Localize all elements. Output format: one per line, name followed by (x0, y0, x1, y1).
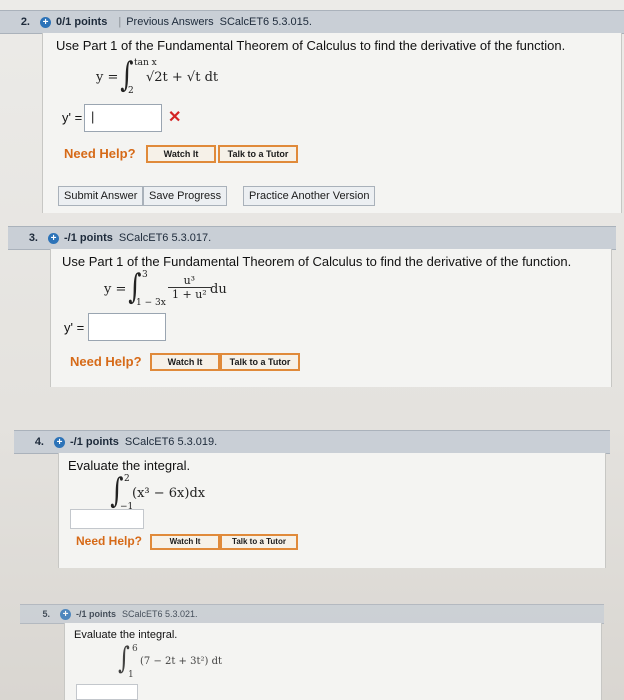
problem-code: SCalcET6 5.3.019. (124, 436, 218, 448)
save-progress-button[interactable]: Save Progress (143, 186, 228, 206)
previous-answers-link[interactable]: Previous Answers (126, 16, 213, 28)
answer-label: y' = (64, 320, 85, 335)
points-label: -/1 points (76, 609, 116, 619)
points-label: -/1 points (64, 232, 113, 244)
question-4-header: 4. + -/1 points SCalcET6 5.3.019. (14, 430, 610, 454)
integrand: √2t + √t dt (146, 70, 219, 85)
answer-input[interactable] (70, 509, 144, 529)
equation-lhs: y = (96, 70, 119, 85)
talk-to-tutor-button[interactable]: Talk to a Tutor (218, 145, 298, 163)
integrand: (x³ − 6x)dx (132, 486, 206, 501)
expand-icon[interactable]: + (48, 232, 59, 244)
integrand: (7 − 2t + 3t²) dt (140, 656, 223, 667)
answer-label: y' = (62, 110, 83, 125)
fraction: u³ 1 + u² (168, 274, 211, 301)
need-help-label: Need Help? (76, 534, 143, 548)
expand-icon[interactable]: + (40, 16, 51, 28)
integral-expression: ∫ 2 −1 (x³ − 6x)dx (108, 474, 308, 514)
problem-code: SCalcET6 5.3.015. (219, 16, 312, 28)
upper-limit: 3 (142, 270, 148, 280)
integral-expression: y = ∫ 3 1 − 3x u³ 1 + u² du (104, 270, 304, 310)
incorrect-icon: ✕ (168, 109, 182, 126)
expand-icon[interactable]: + (54, 436, 65, 448)
lower-limit: 2 (128, 86, 134, 96)
watch-it-button[interactable]: Watch It (150, 353, 220, 371)
answer-input[interactable] (88, 313, 166, 341)
question-prompt: Evaluate the integral. (74, 629, 178, 641)
question-number: 3. (28, 232, 38, 244)
talk-to-tutor-button[interactable]: Talk to a Tutor (220, 534, 298, 550)
assignment-page: 2. + 0/1 points | Previous Answers SCalc… (0, 0, 624, 700)
watch-it-button[interactable]: Watch It (146, 145, 216, 163)
question-number: 5. (42, 609, 50, 619)
watch-it-button[interactable]: Watch It (150, 534, 220, 550)
points-label: 0/1 points (56, 16, 108, 28)
upper-limit: 2 (124, 474, 130, 484)
differential: du (210, 282, 227, 297)
answer-input[interactable] (76, 684, 138, 700)
submit-answer-button[interactable]: Submit Answer (58, 186, 144, 206)
problem-code: SCalcET6 5.3.017. (118, 232, 212, 244)
question-3-header: 3. + -/1 points SCalcET6 5.3.017. (8, 226, 616, 250)
upper-limit: 6 (132, 644, 138, 654)
question-number: 2. (20, 16, 30, 28)
lower-limit: 1 (128, 670, 134, 680)
lower-limit: 1 − 3x (136, 298, 166, 308)
question-2-header: 2. + 0/1 points | Previous Answers SCalc… (0, 10, 624, 34)
question-number: 4. (34, 436, 44, 448)
question-prompt: Use Part 1 of the Fundamental Theorem of… (56, 38, 566, 53)
numerator: u³ (168, 274, 211, 288)
need-help-label: Need Help? (64, 146, 136, 161)
text-cursor: | (91, 109, 95, 124)
integral-expression: y = ∫ tan x 2 √2t + √t dt (96, 58, 296, 98)
problem-code: SCalcET6 5.3.021. (122, 609, 198, 619)
separator: | (118, 16, 122, 28)
denominator: 1 + u² (172, 288, 207, 301)
question-prompt: Evaluate the integral. (68, 458, 191, 473)
need-help-label: Need Help? (70, 354, 142, 369)
upper-limit: tan x (134, 58, 157, 68)
question-5-header: 5. + -/1 points SCalcET6 5.3.021. (20, 604, 604, 624)
integral-expression: ∫ 6 1 (7 − 2t + 3t²) dt (116, 644, 316, 684)
points-label: -/1 points (70, 436, 119, 448)
talk-to-tutor-button[interactable]: Talk to a Tutor (220, 353, 300, 371)
practice-another-version-button[interactable]: Practice Another Version (243, 186, 376, 206)
answer-input[interactable]: | (84, 104, 162, 132)
equation-lhs: y = (104, 282, 127, 297)
expand-icon[interactable]: + (60, 608, 71, 620)
